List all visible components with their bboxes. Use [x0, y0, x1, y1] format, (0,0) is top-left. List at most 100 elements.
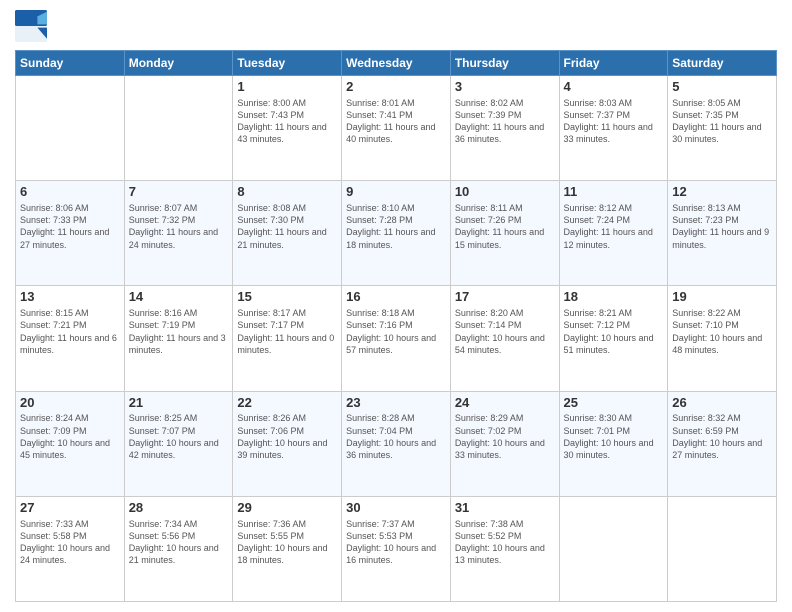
day-cell: 14Sunrise: 8:16 AM Sunset: 7:19 PM Dayli…	[124, 286, 233, 391]
day-cell: 1Sunrise: 8:00 AM Sunset: 7:43 PM Daylig…	[233, 76, 342, 181]
day-cell	[559, 496, 668, 601]
day-of-week-saturday: Saturday	[668, 51, 777, 76]
day-cell: 31Sunrise: 7:38 AM Sunset: 5:52 PM Dayli…	[450, 496, 559, 601]
day-number: 16	[346, 289, 446, 306]
calendar-header-row: SundayMondayTuesdayWednesdayThursdayFrid…	[16, 51, 777, 76]
day-info: Sunrise: 7:33 AM Sunset: 5:58 PM Dayligh…	[20, 518, 120, 567]
day-of-week-friday: Friday	[559, 51, 668, 76]
day-info: Sunrise: 8:03 AM Sunset: 7:37 PM Dayligh…	[564, 97, 664, 146]
day-number: 19	[672, 289, 772, 306]
day-cell: 12Sunrise: 8:13 AM Sunset: 7:23 PM Dayli…	[668, 181, 777, 286]
day-info: Sunrise: 7:36 AM Sunset: 5:55 PM Dayligh…	[237, 518, 337, 567]
day-number: 5	[672, 79, 772, 96]
day-number: 8	[237, 184, 337, 201]
day-cell: 30Sunrise: 7:37 AM Sunset: 5:53 PM Dayli…	[342, 496, 451, 601]
day-number: 2	[346, 79, 446, 96]
day-info: Sunrise: 8:05 AM Sunset: 7:35 PM Dayligh…	[672, 97, 772, 146]
day-number: 22	[237, 395, 337, 412]
day-info: Sunrise: 8:30 AM Sunset: 7:01 PM Dayligh…	[564, 412, 664, 461]
day-cell: 11Sunrise: 8:12 AM Sunset: 7:24 PM Dayli…	[559, 181, 668, 286]
day-cell: 21Sunrise: 8:25 AM Sunset: 7:07 PM Dayli…	[124, 391, 233, 496]
day-of-week-monday: Monday	[124, 51, 233, 76]
day-number: 18	[564, 289, 664, 306]
week-row-2: 6Sunrise: 8:06 AM Sunset: 7:33 PM Daylig…	[16, 181, 777, 286]
day-info: Sunrise: 8:06 AM Sunset: 7:33 PM Dayligh…	[20, 202, 120, 251]
day-number: 7	[129, 184, 229, 201]
day-cell: 13Sunrise: 8:15 AM Sunset: 7:21 PM Dayli…	[16, 286, 125, 391]
day-cell: 8Sunrise: 8:08 AM Sunset: 7:30 PM Daylig…	[233, 181, 342, 286]
day-number: 20	[20, 395, 120, 412]
day-cell: 29Sunrise: 7:36 AM Sunset: 5:55 PM Dayli…	[233, 496, 342, 601]
day-cell: 18Sunrise: 8:21 AM Sunset: 7:12 PM Dayli…	[559, 286, 668, 391]
day-number: 10	[455, 184, 555, 201]
day-cell: 7Sunrise: 8:07 AM Sunset: 7:32 PM Daylig…	[124, 181, 233, 286]
week-row-4: 20Sunrise: 8:24 AM Sunset: 7:09 PM Dayli…	[16, 391, 777, 496]
day-info: Sunrise: 8:18 AM Sunset: 7:16 PM Dayligh…	[346, 307, 446, 356]
day-info: Sunrise: 8:24 AM Sunset: 7:09 PM Dayligh…	[20, 412, 120, 461]
day-info: Sunrise: 8:00 AM Sunset: 7:43 PM Dayligh…	[237, 97, 337, 146]
week-row-3: 13Sunrise: 8:15 AM Sunset: 7:21 PM Dayli…	[16, 286, 777, 391]
logo	[15, 10, 51, 42]
day-cell: 2Sunrise: 8:01 AM Sunset: 7:41 PM Daylig…	[342, 76, 451, 181]
day-info: Sunrise: 8:07 AM Sunset: 7:32 PM Dayligh…	[129, 202, 229, 251]
day-number: 23	[346, 395, 446, 412]
day-info: Sunrise: 8:21 AM Sunset: 7:12 PM Dayligh…	[564, 307, 664, 356]
logo-icon	[15, 10, 47, 42]
day-cell: 10Sunrise: 8:11 AM Sunset: 7:26 PM Dayli…	[450, 181, 559, 286]
day-info: Sunrise: 8:11 AM Sunset: 7:26 PM Dayligh…	[455, 202, 555, 251]
day-of-week-thursday: Thursday	[450, 51, 559, 76]
day-number: 12	[672, 184, 772, 201]
day-info: Sunrise: 8:02 AM Sunset: 7:39 PM Dayligh…	[455, 97, 555, 146]
day-cell: 6Sunrise: 8:06 AM Sunset: 7:33 PM Daylig…	[16, 181, 125, 286]
day-info: Sunrise: 8:12 AM Sunset: 7:24 PM Dayligh…	[564, 202, 664, 251]
day-of-week-tuesday: Tuesday	[233, 51, 342, 76]
day-info: Sunrise: 8:17 AM Sunset: 7:17 PM Dayligh…	[237, 307, 337, 356]
day-number: 21	[129, 395, 229, 412]
day-cell: 15Sunrise: 8:17 AM Sunset: 7:17 PM Dayli…	[233, 286, 342, 391]
day-number: 11	[564, 184, 664, 201]
day-number: 26	[672, 395, 772, 412]
day-cell: 27Sunrise: 7:33 AM Sunset: 5:58 PM Dayli…	[16, 496, 125, 601]
week-row-1: 1Sunrise: 8:00 AM Sunset: 7:43 PM Daylig…	[16, 76, 777, 181]
day-number: 3	[455, 79, 555, 96]
day-info: Sunrise: 8:10 AM Sunset: 7:28 PM Dayligh…	[346, 202, 446, 251]
day-number: 14	[129, 289, 229, 306]
day-cell: 17Sunrise: 8:20 AM Sunset: 7:14 PM Dayli…	[450, 286, 559, 391]
day-info: Sunrise: 8:25 AM Sunset: 7:07 PM Dayligh…	[129, 412, 229, 461]
day-number: 27	[20, 500, 120, 517]
day-number: 29	[237, 500, 337, 517]
day-cell: 3Sunrise: 8:02 AM Sunset: 7:39 PM Daylig…	[450, 76, 559, 181]
day-cell: 20Sunrise: 8:24 AM Sunset: 7:09 PM Dayli…	[16, 391, 125, 496]
day-info: Sunrise: 8:15 AM Sunset: 7:21 PM Dayligh…	[20, 307, 120, 356]
day-info: Sunrise: 7:34 AM Sunset: 5:56 PM Dayligh…	[129, 518, 229, 567]
day-cell: 26Sunrise: 8:32 AM Sunset: 6:59 PM Dayli…	[668, 391, 777, 496]
day-of-week-sunday: Sunday	[16, 51, 125, 76]
day-cell	[668, 496, 777, 601]
day-cell: 16Sunrise: 8:18 AM Sunset: 7:16 PM Dayli…	[342, 286, 451, 391]
week-row-5: 27Sunrise: 7:33 AM Sunset: 5:58 PM Dayli…	[16, 496, 777, 601]
day-number: 31	[455, 500, 555, 517]
day-info: Sunrise: 8:28 AM Sunset: 7:04 PM Dayligh…	[346, 412, 446, 461]
day-info: Sunrise: 7:37 AM Sunset: 5:53 PM Dayligh…	[346, 518, 446, 567]
day-info: Sunrise: 8:22 AM Sunset: 7:10 PM Dayligh…	[672, 307, 772, 356]
day-number: 13	[20, 289, 120, 306]
day-info: Sunrise: 8:20 AM Sunset: 7:14 PM Dayligh…	[455, 307, 555, 356]
day-info: Sunrise: 8:13 AM Sunset: 7:23 PM Dayligh…	[672, 202, 772, 251]
day-info: Sunrise: 8:01 AM Sunset: 7:41 PM Dayligh…	[346, 97, 446, 146]
day-info: Sunrise: 8:16 AM Sunset: 7:19 PM Dayligh…	[129, 307, 229, 356]
day-number: 6	[20, 184, 120, 201]
day-cell	[16, 76, 125, 181]
day-cell: 9Sunrise: 8:10 AM Sunset: 7:28 PM Daylig…	[342, 181, 451, 286]
day-cell: 25Sunrise: 8:30 AM Sunset: 7:01 PM Dayli…	[559, 391, 668, 496]
day-cell: 24Sunrise: 8:29 AM Sunset: 7:02 PM Dayli…	[450, 391, 559, 496]
calendar: SundayMondayTuesdayWednesdayThursdayFrid…	[15, 50, 777, 602]
day-number: 17	[455, 289, 555, 306]
day-cell: 23Sunrise: 8:28 AM Sunset: 7:04 PM Dayli…	[342, 391, 451, 496]
day-info: Sunrise: 8:32 AM Sunset: 6:59 PM Dayligh…	[672, 412, 772, 461]
day-number: 24	[455, 395, 555, 412]
day-number: 25	[564, 395, 664, 412]
day-cell: 19Sunrise: 8:22 AM Sunset: 7:10 PM Dayli…	[668, 286, 777, 391]
day-number: 9	[346, 184, 446, 201]
day-of-week-wednesday: Wednesday	[342, 51, 451, 76]
day-cell: 22Sunrise: 8:26 AM Sunset: 7:06 PM Dayli…	[233, 391, 342, 496]
